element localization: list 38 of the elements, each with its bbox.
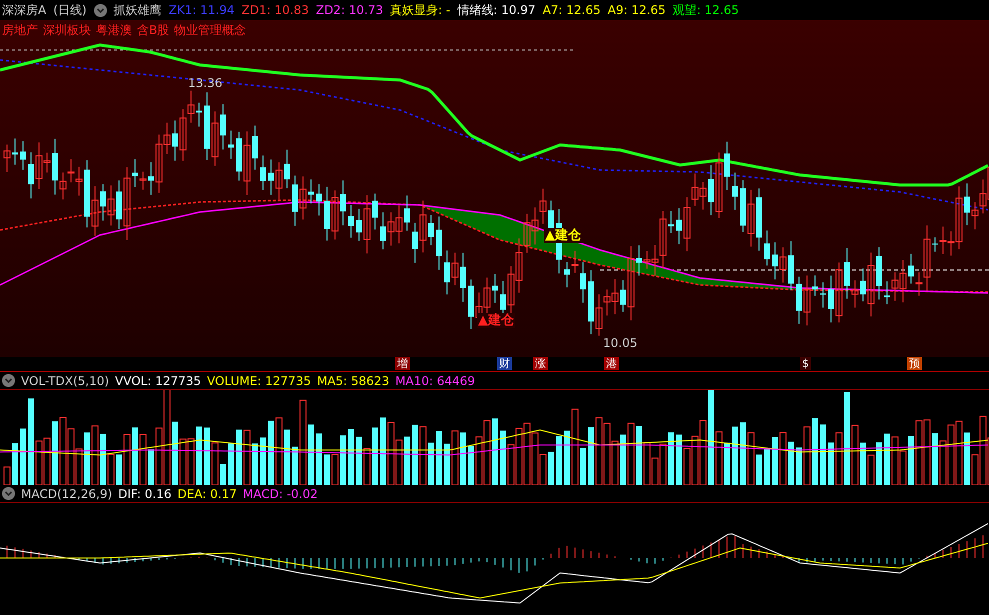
low-price-label: 10.05: [603, 336, 638, 350]
buy-signal-label: ▲建仓: [544, 228, 582, 243]
indicator-value: 真妖显身: -: [390, 2, 450, 18]
stock-name: 深深房A: [2, 2, 46, 18]
buy-signal-label: ▲建仓: [477, 313, 515, 328]
event-marker[interactable]: 财: [497, 357, 512, 370]
indicator-value: 观望: 12.65: [672, 2, 739, 18]
event-marker[interactable]: 预: [907, 357, 922, 370]
indicator-value: ZK1: 11.94: [168, 3, 235, 17]
high-price-label: 13.36: [188, 76, 222, 90]
indicator-value: DIF: 0.16: [118, 486, 172, 500]
indicator-value: 情绪线: 10.97: [457, 2, 536, 18]
indicator-name: 抓妖雄鹰: [114, 2, 162, 18]
event-marker[interactable]: $: [800, 357, 811, 370]
indicator-value: ZD1: 10.83: [242, 3, 309, 17]
indicator-value: MACD: -0.02: [242, 486, 318, 500]
sector-tag: 粤港澳: [96, 22, 132, 39]
indicator-value: MA5: 58623: [316, 374, 390, 388]
indicator-value: DEA: 0.17: [177, 486, 237, 500]
event-marker[interactable]: 港: [604, 357, 619, 370]
indicator-value: MA10: 64469: [395, 374, 476, 388]
indicator-value: A7: 12.65: [542, 3, 601, 17]
indicator-value: A9: 12.65: [608, 3, 666, 17]
dropdown-icon[interactable]: [94, 4, 107, 16]
indicator-value: ZD2: 10.73: [316, 3, 384, 17]
sector-tag: 深圳板块: [43, 22, 91, 39]
sector-tag: 房地产: [2, 22, 38, 39]
dropdown-icon[interactable]: [2, 487, 15, 500]
event-marker[interactable]: 增: [395, 357, 410, 370]
indicator-value: VVOL: 127735: [115, 374, 202, 388]
dropdown-icon[interactable]: [2, 374, 15, 387]
event-marker[interactable]: 涨: [533, 357, 548, 370]
sector-tag: 含B股: [137, 22, 170, 39]
indicator-value: VOLUME: 127735: [207, 374, 311, 388]
period-label: (日线): [53, 2, 87, 18]
sector-tag: 物业管理概念: [174, 22, 246, 39]
indicator-name: VOL-TDX(5,10): [21, 374, 110, 388]
indicator-name: MACD(12,26,9): [21, 486, 112, 500]
